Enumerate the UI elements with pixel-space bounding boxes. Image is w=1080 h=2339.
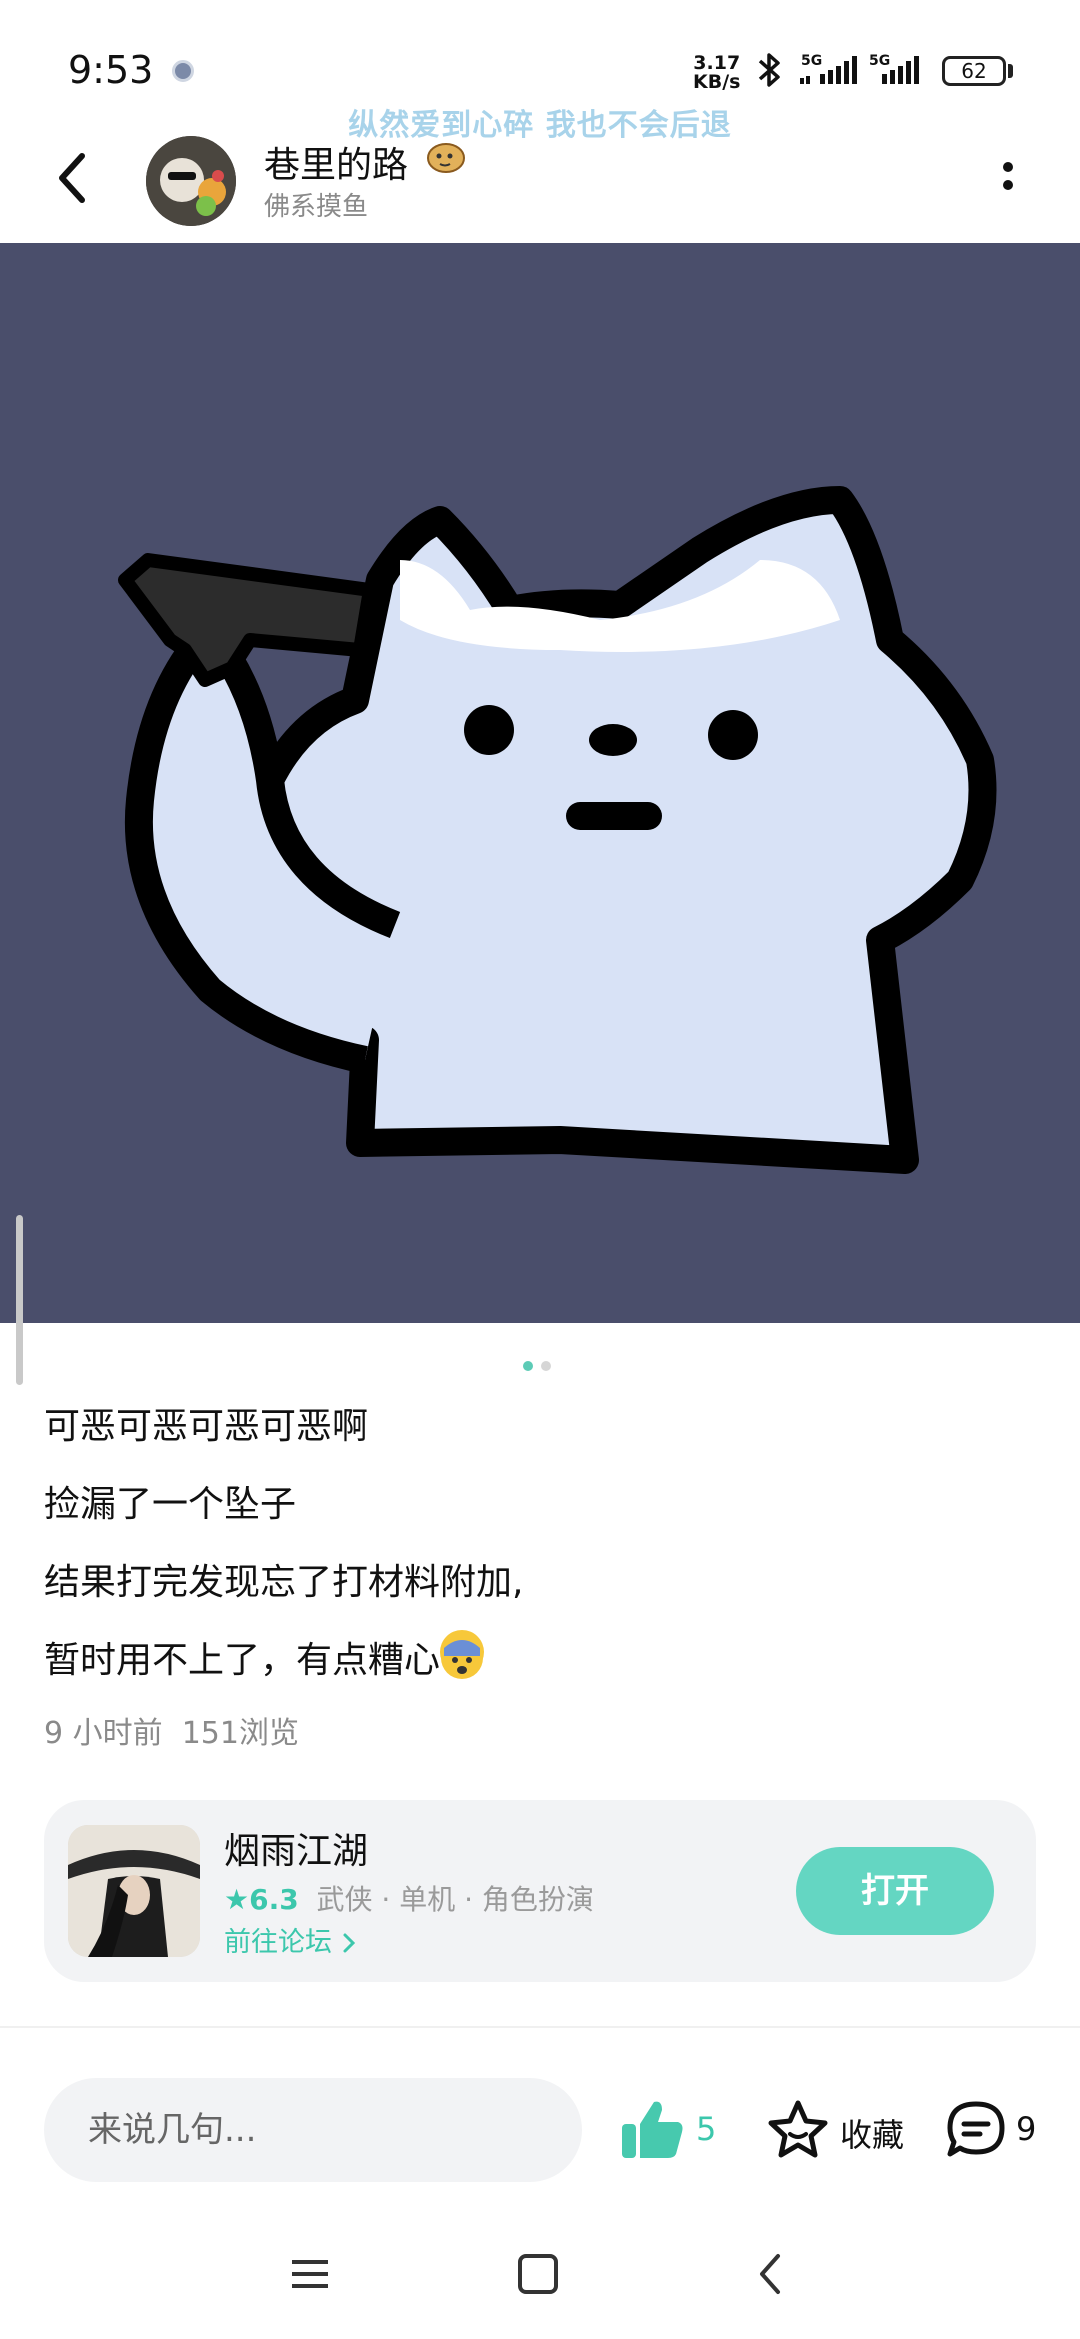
network-speed: 3.17 KB/s (693, 54, 740, 92)
post-content: 可恶可恶可恶可恶啊 捡漏了一个坠子 结果打完发现忘了打材料附加, 暂时用不上了，… (44, 1388, 1044, 1700)
scared-emoji-icon (440, 1630, 485, 1679)
favorite-label: 收藏 (840, 2116, 905, 2154)
game-rating: 6.3 (249, 1883, 299, 1916)
game-title[interactable]: 烟雨江湖 (224, 1822, 368, 1874)
pager-dot (541, 1361, 551, 1371)
like-count: 5 (696, 2110, 717, 2148)
bluetooth-icon (758, 53, 780, 87)
comment-icon (947, 2101, 1005, 2157)
nav-menu-icon[interactable] (290, 2254, 330, 2294)
back-icon[interactable] (50, 148, 94, 208)
post-line-text: 暂时用不上了，有点糟心 (44, 1640, 441, 1681)
post-line: 可恶可恶可恶可恶啊 (44, 1406, 369, 1447)
signal-icon: 5G (869, 53, 919, 84)
signal2-label: 5G (869, 53, 890, 69)
lyric-overlay: 纵然爱到心碎 我也不会后退 (348, 108, 732, 143)
game-tags: 武侠 · 单机 · 角色扮演 (316, 1883, 594, 1916)
comment-count: 9 (1016, 2110, 1037, 2148)
scroll-indicator (16, 1215, 23, 1385)
network-speed-unit: KB/s (693, 71, 741, 93)
forum-link[interactable]: 前往论坛 (224, 1920, 357, 1959)
status-time: 9:53 (68, 48, 154, 92)
nav-back-icon[interactable] (752, 2250, 788, 2298)
more-icon[interactable] (996, 158, 1020, 198)
post-meta: 9 小时前 151浏览 (44, 1708, 299, 1752)
image-pager (523, 1356, 559, 1375)
user-badge-icon (427, 143, 465, 173)
post-time: 9 小时前 (44, 1716, 163, 1751)
post-line: 结果打完发现忘了打材料附加, (44, 1562, 524, 1603)
signal1-label: 5G (801, 53, 822, 69)
open-game-button[interactable]: 打开 (796, 1847, 994, 1935)
user-name[interactable]: 巷里的路 (264, 136, 408, 188)
chevron-right-icon (343, 1933, 355, 1953)
avatar[interactable] (146, 136, 236, 226)
notification-icon (172, 60, 194, 82)
game-card[interactable]: 烟雨江湖 ★6.3 武侠 · 单机 · 角色扮演 前往论坛 打开 (44, 1800, 1036, 1982)
forum-link-label: 前往论坛 (224, 1927, 332, 1958)
game-icon[interactable] (68, 1825, 200, 1957)
cat-sticker-image (118, 486, 997, 1174)
favorite-icon (768, 2100, 828, 2158)
post-image[interactable] (0, 243, 1080, 1323)
like-icon (622, 2101, 683, 2158)
post-line-last: 暂时用不上了，有点糟心 (44, 1622, 1044, 1700)
comment-input[interactable]: 来说几句... (44, 2078, 582, 2182)
pager-dot-active (523, 1361, 533, 1371)
game-info: ★6.3 武侠 · 单机 · 角色扮演 (224, 1878, 594, 1918)
post-line: 捡漏了一个坠子 (44, 1484, 297, 1525)
post-views: 151浏览 (181, 1716, 299, 1751)
signal-icon: 5G (800, 53, 857, 84)
battery-tip (1008, 64, 1013, 78)
nav-home-icon[interactable] (518, 2254, 558, 2294)
battery-icon: 62 (942, 56, 1006, 86)
divider (0, 2026, 1080, 2028)
star-icon: ★ (224, 1883, 250, 1916)
user-subtitle: 佛系摸鱼 (264, 192, 369, 222)
system-nav-bar (0, 2220, 1080, 2339)
